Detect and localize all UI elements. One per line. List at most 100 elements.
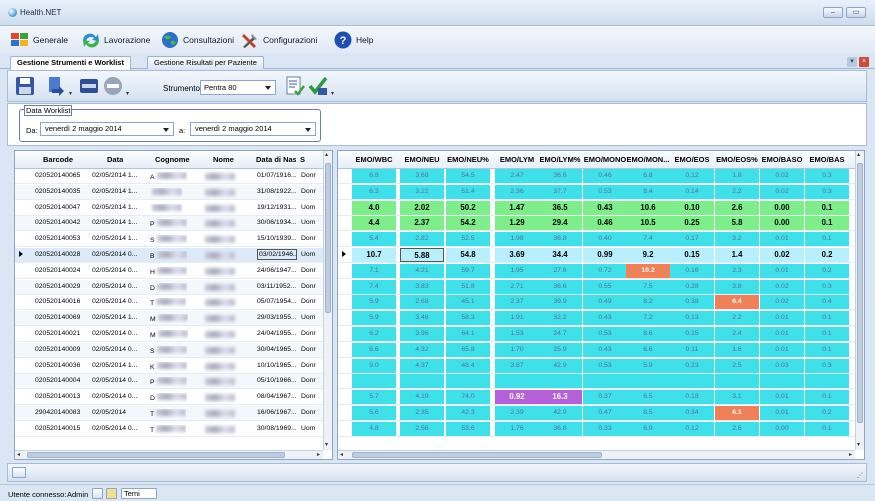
result-cell[interactable]: 0.01 [760, 311, 804, 326]
result-cell[interactable]: 0.2 [805, 406, 849, 420]
result-cell[interactable]: 0.92 [495, 390, 539, 405]
result-row[interactable]: 5.4 2.82 52.5 1.98 36.8 0.40 7.4 0.17 3.2 0.01 0.1 [338, 232, 855, 248]
col-data-header[interactable]: Data [107, 155, 123, 164]
result-cell[interactable]: 0.43 [583, 200, 627, 215]
result-cell[interactable]: 6.1 [715, 406, 759, 420]
result-cell[interactable]: 0.01 [760, 327, 804, 341]
result-cell[interactable]: 0.00 [760, 200, 804, 215]
col-nome-header[interactable]: Nome [213, 155, 234, 164]
menu-consultazioni[interactable]: Consultazioni [160, 30, 234, 50]
result-cell[interactable]: 74.0 [446, 390, 490, 405]
result-cell[interactable]: 1.47 [495, 200, 539, 215]
result-cell[interactable]: 51.4 [446, 184, 490, 199]
result-cell[interactable]: 2.6 [715, 200, 759, 215]
result-cell[interactable] [805, 374, 849, 389]
result-cell[interactable]: 0.01 [760, 390, 804, 405]
result-cell[interactable]: 36.5 [538, 200, 582, 215]
stop-icon[interactable] [102, 75, 124, 97]
result-cell[interactable]: 3.87 [495, 358, 539, 373]
results-hscroll-thumb[interactable] [352, 452, 602, 458]
result-row[interactable]: 6.8 3.68 54.5 2.47 36.6 0.46 6.8 0.12 1.8 0.02 0.3 [338, 169, 855, 184]
result-cell[interactable]: 5.6 [352, 406, 396, 420]
result-cell[interactable]: 0.1 [805, 200, 849, 215]
lock-icon[interactable] [92, 488, 103, 499]
result-cell[interactable]: 42.3 [446, 406, 490, 420]
result-cell[interactable]: 2.02 [400, 200, 444, 215]
result-cell[interactable]: 0.15 [670, 248, 714, 262]
result-cell[interactable]: 10.2 [626, 263, 670, 278]
result-cell[interactable]: 2.47 [495, 169, 539, 183]
result-cell[interactable]: 10.5 [626, 216, 670, 231]
result-cell[interactable]: 0.01 [760, 263, 804, 278]
patient-row[interactable]: 020520140009 02/05/2014 0... S 30/04/1965..… [15, 342, 323, 358]
result-row[interactable]: 5.9 3.46 58.3 1.91 32.2 0.43 7.2 0.13 2.2 0.01 0.1 [338, 311, 855, 327]
result-cell[interactable]: 6.4 [715, 295, 759, 310]
result-cell[interactable]: 0.53 [583, 184, 627, 199]
result-cell[interactable]: 6.6 [352, 342, 396, 357]
result-cell[interactable]: 0.99 [583, 248, 627, 262]
patient-row[interactable]: 020520140053 02/05/2014 1... S 15/10/1939..… [15, 232, 323, 248]
resize-grip-icon[interactable]: ⋰ [857, 473, 863, 480]
results-col-header[interactable]: EMO/BASO [758, 155, 806, 164]
result-cell[interactable]: 0.10 [670, 200, 714, 215]
result-cell[interactable]: 54.5 [446, 169, 490, 183]
results-col-header[interactable]: EMO/LYM [493, 155, 541, 164]
result-cell[interactable]: 34.4 [538, 248, 582, 262]
result-cell[interactable]: 3.96 [400, 327, 444, 341]
result-cell[interactable]: 0.3 [805, 279, 849, 294]
minimize-button[interactable]: – [823, 7, 843, 18]
scroll-up-icon[interactable]: ▴ [857, 152, 860, 159]
result-cell[interactable]: 2.35 [400, 406, 444, 420]
result-cell[interactable]: 6.3 [352, 184, 396, 199]
result-cell[interactable]: 0.4 [805, 295, 849, 310]
result-cell[interactable]: 0.1 [805, 232, 849, 247]
result-cell[interactable]: 0.12 [670, 421, 714, 436]
result-cell[interactable]: 0.1 [805, 327, 849, 341]
result-cell[interactable]: 0.02 [760, 248, 804, 262]
result-cell[interactable]: 36.8 [538, 232, 582, 247]
result-cell[interactable]: 4.8 [352, 421, 396, 436]
result-cell[interactable]: 0.11 [670, 342, 714, 357]
result-row[interactable]: 7.1 4.21 59.7 1.95 27.6 0.72 10.2 0.16 2.3 0.01 0.… [338, 263, 855, 279]
result-row[interactable]: 6.2 3.96 64.1 1.53 24.7 0.53 8.6 0.15 2.4 0.01 0.1 [338, 327, 855, 342]
chevron-down-icon[interactable]: ▾ [331, 91, 334, 98]
result-cell[interactable]: 1.8 [715, 169, 759, 183]
result-cell[interactable]: 0.1 [805, 342, 849, 357]
result-cell[interactable]: 0.33 [583, 421, 627, 436]
result-cell[interactable]: 0.53 [583, 358, 627, 373]
scroll-down-icon[interactable]: ▾ [857, 442, 860, 449]
result-cell[interactable]: 3.83 [400, 279, 444, 294]
result-cell[interactable] [760, 374, 804, 389]
result-cell[interactable]: 5.7 [352, 390, 396, 405]
result-cell[interactable]: 9.0 [352, 358, 396, 373]
scroll-right-icon[interactable]: ▸ [849, 452, 852, 459]
result-cell[interactable]: 8.5 [626, 406, 670, 420]
result-cell[interactable]: 2.71 [495, 279, 539, 294]
patients-vscroll-thumb[interactable] [325, 163, 331, 313]
patient-row[interactable]: 020520140015 02/05/2014 0... T 30/08/1969..… [15, 422, 323, 437]
result-cell[interactable]: 0.72 [583, 263, 627, 278]
result-cell[interactable]: 0.00 [760, 216, 804, 231]
results-vertical-scrollbar[interactable]: ▴ ▾ [855, 151, 864, 450]
patient-row[interactable]: 020520140004 02/05/2014 0... P 05/10/1966..… [15, 374, 323, 390]
result-cell[interactable]: 32.2 [538, 311, 582, 326]
document-check-icon[interactable] [284, 75, 306, 97]
result-cell[interactable]: 0.14 [670, 184, 714, 199]
chevron-down-icon[interactable]: ▾ [69, 91, 72, 98]
result-row[interactable]: 6.6 4.32 65.8 1.70 25.9 0.43 6.6 0.11 1.6 0.01 0.1 [338, 342, 855, 358]
result-cell[interactable]: 3.2 [715, 232, 759, 247]
col-cognome-header[interactable]: Cognome [155, 155, 190, 164]
result-cell[interactable]: 36.8 [538, 421, 582, 436]
result-row[interactable] [338, 374, 855, 390]
result-cell[interactable]: 6.2 [352, 327, 396, 341]
results-horizontal-scrollbar[interactable]: ◂ ▸ [338, 450, 855, 459]
result-cell[interactable]: 8.2 [626, 295, 670, 310]
result-cell[interactable] [352, 374, 396, 389]
result-cell[interactable]: 0.55 [583, 279, 627, 294]
result-cell[interactable]: 3.69 [495, 248, 539, 262]
result-row[interactable]: 4.0 2.02 50.2 1.47 36.5 0.43 10.6 0.10 2.6 0.00 0.… [338, 200, 855, 216]
result-cell[interactable]: 2.37 [400, 216, 444, 231]
patient-row[interactable]: 020520140016 02/05/2014 0... T 05/07/1954..… [15, 295, 323, 311]
result-cell[interactable]: 0.18 [670, 390, 714, 405]
result-cell[interactable]: 24.7 [538, 327, 582, 341]
